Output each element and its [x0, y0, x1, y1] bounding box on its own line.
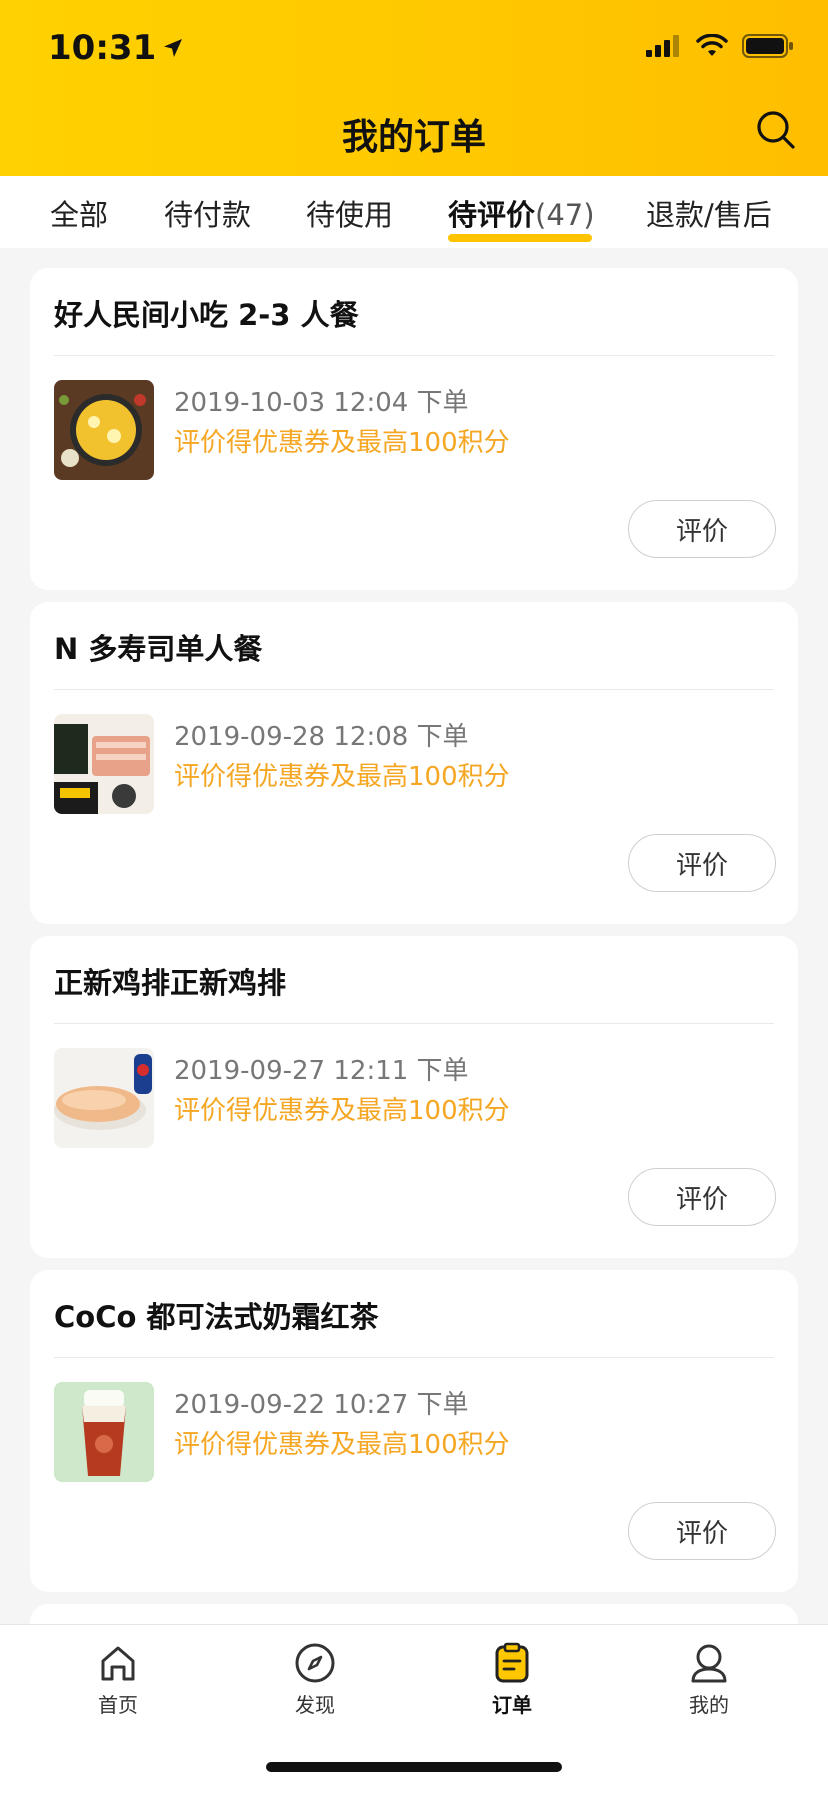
- order-title: 正新鸡排正新鸡排: [54, 966, 287, 1000]
- home-indicator: [266, 1762, 562, 1772]
- review-button[interactable]: 评价: [628, 834, 776, 892]
- tabbar-item-orders[interactable]: 订单: [452, 1641, 572, 1718]
- order-icon: [495, 1642, 529, 1683]
- divider: [54, 689, 774, 690]
- order-thumbnail: [54, 380, 154, 480]
- review-reward-text: 评价得优惠券及最高100积分: [174, 1430, 510, 1460]
- review-reward-text: 评价得优惠券及最高100积分: [174, 1096, 510, 1126]
- page-title: 我的订单: [341, 117, 486, 158]
- review-reward-text: 评价得优惠券及最高100积分: [174, 428, 510, 458]
- divider: [54, 1023, 774, 1024]
- order-card[interactable]: N 多寿司单人餐 2019-09-28 12:08 下单 评价得优惠券及最高10…: [30, 602, 798, 924]
- order-card[interactable]: CoCo 都可法式奶霜红茶 2019-09-22 10:27 下单 评价得优惠券…: [30, 1270, 798, 1592]
- tabbar-label: 发现: [295, 1693, 335, 1717]
- review-button[interactable]: 评价: [628, 1502, 776, 1560]
- review-button[interactable]: 评价: [628, 500, 776, 558]
- tab-all[interactable]: 全部: [50, 192, 108, 234]
- divider: [54, 1357, 774, 1358]
- tabbar-label: 首页: [98, 1693, 138, 1717]
- status-time: 10:31: [48, 28, 184, 68]
- tabbar-item-home[interactable]: 首页: [58, 1641, 178, 1718]
- order-time: 2019-09-28 12:08 下单: [174, 722, 469, 752]
- tab-pending-payment[interactable]: 待付款: [164, 192, 251, 234]
- active-tab-indicator: [448, 234, 592, 242]
- wifi-icon: [696, 34, 728, 56]
- tab-to-use[interactable]: 待使用: [306, 192, 393, 234]
- order-card[interactable]: 好人民间小吃 2-3 人餐 2019-10-03 12:04 下单 评价得优惠券…: [30, 268, 798, 590]
- order-list: 好人民间小吃 2-3 人餐 2019-10-03 12:04 下单 评价得优惠券…: [30, 268, 798, 1644]
- header: 10:31 我的订单: [0, 0, 828, 176]
- signal-icon: [646, 35, 679, 57]
- tabbar-label: 订单: [492, 1693, 532, 1717]
- search-icon[interactable]: [754, 108, 798, 152]
- compass-icon: [295, 1643, 335, 1683]
- tabbar-item-profile[interactable]: 我的: [649, 1641, 769, 1718]
- order-title: 好人民间小吃 2-3 人餐: [54, 298, 359, 332]
- home-icon: [101, 1646, 135, 1681]
- tab-refund[interactable]: 退款/售后: [646, 192, 772, 234]
- status-indicators: [646, 34, 794, 58]
- order-time: 2019-09-27 12:11 下单: [174, 1056, 469, 1086]
- review-reward-text: 评价得优惠券及最高100积分: [174, 762, 510, 792]
- order-thumbnail: [54, 1048, 154, 1148]
- review-button[interactable]: 评价: [628, 1168, 776, 1226]
- location-arrow-icon: [164, 39, 183, 57]
- tabbar-label: 我的: [689, 1693, 729, 1717]
- order-title: CoCo 都可法式奶霜红茶: [54, 1300, 379, 1334]
- battery-icon: [742, 34, 793, 58]
- profile-icon: [691, 1644, 727, 1683]
- order-time: 2019-10-03 12:04 下单: [174, 388, 469, 418]
- tab-to-review-count: (47): [535, 198, 595, 232]
- tab-to-review[interactable]: 待评价(47): [448, 192, 595, 234]
- order-tabs: 全部 待付款 待使用 待评价(47) 退款/售后: [0, 176, 828, 248]
- order-card[interactable]: 正新鸡排正新鸡排 2019-09-27 12:11 下单 评价得优惠券及最高10…: [30, 936, 798, 1258]
- order-thumbnail: [54, 714, 154, 814]
- tabbar-item-discover[interactable]: 发现: [255, 1641, 375, 1718]
- divider: [54, 355, 774, 356]
- order-title: N 多寿司单人餐: [54, 632, 263, 666]
- order-thumbnail: [54, 1382, 154, 1482]
- order-time: 2019-09-22 10:27 下单: [174, 1390, 469, 1420]
- tab-to-review-label: 待评价: [448, 198, 536, 232]
